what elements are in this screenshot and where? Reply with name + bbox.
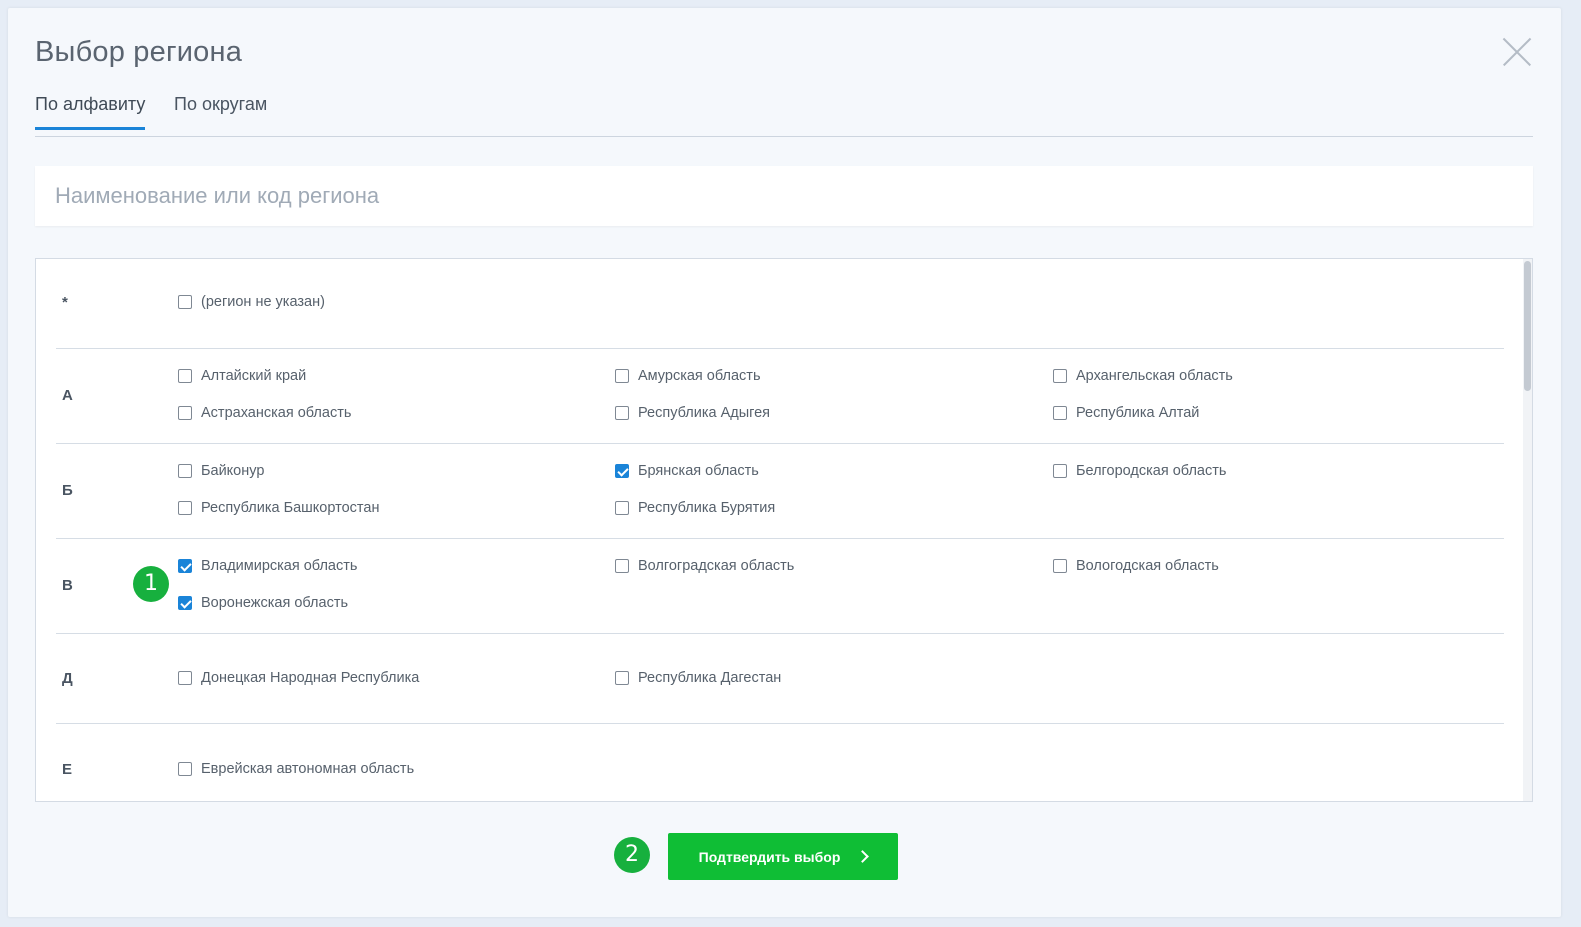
region-checkbox-item[interactable]: Еврейская автономная область bbox=[178, 759, 414, 779]
region-checkbox-item[interactable]: Амурская область bbox=[615, 366, 761, 386]
region-label: Алтайский край bbox=[201, 368, 307, 384]
region-label: Волгоградская область bbox=[638, 558, 795, 574]
checkbox[interactable] bbox=[615, 559, 629, 573]
region-label: Брянская область bbox=[638, 463, 759, 479]
checkbox[interactable] bbox=[615, 671, 629, 685]
region-checkbox-item[interactable]: Республика Алтай bbox=[1053, 403, 1199, 423]
checkbox[interactable] bbox=[178, 671, 192, 685]
group-letter: В bbox=[62, 577, 73, 594]
region-checkbox-item[interactable]: (регион не указан) bbox=[178, 292, 325, 312]
region-label: Воронежская область bbox=[201, 595, 349, 611]
tab-districts[interactable]: По округам bbox=[174, 94, 267, 127]
region-checkbox-item[interactable]: Воронежская область bbox=[178, 593, 348, 613]
close-icon[interactable] bbox=[1503, 38, 1531, 66]
checkbox[interactable] bbox=[178, 464, 192, 478]
region-label: Владимирская область bbox=[201, 558, 358, 574]
checkbox[interactable] bbox=[178, 762, 192, 776]
region-label: Амурская область bbox=[638, 368, 761, 384]
region-search-input[interactable] bbox=[35, 166, 1533, 226]
checkbox[interactable] bbox=[178, 369, 192, 383]
letter-group: В 1 Владимирская область Волгоградская о… bbox=[56, 539, 1504, 634]
chevron-right-icon bbox=[856, 850, 870, 863]
region-label: Республика Дагестан bbox=[638, 670, 782, 686]
scrollbar-thumb[interactable] bbox=[1524, 261, 1531, 391]
region-label: Республика Башкортостан bbox=[201, 500, 380, 516]
confirm-button-label: Подтвердить выбор bbox=[698, 848, 841, 865]
region-label: Байконур bbox=[201, 463, 265, 479]
region-label: Вологодская область bbox=[1076, 558, 1219, 574]
region-dialog: Выбор региона По алфавиту По округам * (… bbox=[8, 8, 1561, 917]
checkbox[interactable] bbox=[1053, 464, 1067, 478]
step-badge-2: 2 bbox=[614, 837, 650, 873]
letter-group: * (регион не указан) bbox=[56, 259, 1504, 349]
region-checkbox-item[interactable]: Байконур bbox=[178, 461, 264, 481]
tab-bar: По алфавиту По округам bbox=[35, 94, 1533, 137]
checkbox[interactable] bbox=[178, 295, 192, 309]
group-letter: А bbox=[62, 387, 73, 404]
step-badge-1: 1 bbox=[133, 566, 169, 602]
region-list: * (регион не указан) А Алтайский край Ам… bbox=[35, 258, 1533, 802]
region-label: Донецкая Народная Республика bbox=[201, 670, 420, 686]
checkbox[interactable] bbox=[615, 369, 629, 383]
region-label: Астраханская область bbox=[201, 405, 352, 421]
checkbox[interactable] bbox=[1053, 369, 1067, 383]
letter-group: А Алтайский край Амурская область Арханг… bbox=[56, 349, 1504, 444]
region-label: Республика Бурятия bbox=[638, 500, 776, 516]
region-checkbox-item[interactable]: Белгородская область bbox=[1053, 461, 1226, 481]
checkbox[interactable] bbox=[178, 501, 192, 515]
group-letter: * bbox=[62, 294, 68, 311]
region-checkbox-item[interactable]: Архангельская область bbox=[1053, 366, 1233, 386]
region-checkbox-item[interactable]: Астраханская область bbox=[178, 403, 351, 423]
group-letter: Д bbox=[62, 670, 73, 687]
dialog-title: Выбор региона bbox=[35, 36, 243, 68]
checkbox[interactable] bbox=[1053, 406, 1067, 420]
region-checkbox-item[interactable]: Брянская область bbox=[615, 461, 759, 481]
confirm-selection-button[interactable]: Подтвердить выбор bbox=[668, 833, 898, 880]
scrollbar[interactable] bbox=[1523, 259, 1532, 801]
group-letter: Б bbox=[62, 482, 73, 499]
region-label: Республика Адыгея bbox=[638, 405, 771, 421]
region-checkbox-item[interactable]: Алтайский край bbox=[178, 366, 306, 386]
checkbox[interactable] bbox=[178, 406, 192, 420]
letter-group: Е Еврейская автономная область bbox=[56, 724, 1504, 801]
region-label: Архангельская область bbox=[1076, 368, 1233, 384]
letter-group: Б Байконур Брянская область Белгородская… bbox=[56, 444, 1504, 539]
checkbox-checked[interactable] bbox=[178, 559, 192, 573]
region-checkbox-item[interactable]: Владимирская область bbox=[178, 556, 357, 576]
checkbox[interactable] bbox=[1053, 559, 1067, 573]
region-checkbox-item[interactable]: Донецкая Народная Республика bbox=[178, 668, 419, 688]
checkbox[interactable] bbox=[615, 406, 629, 420]
region-checkbox-item[interactable]: Республика Дагестан bbox=[615, 668, 781, 688]
region-checkbox-item[interactable]: Республика Башкортостан bbox=[178, 498, 379, 518]
checkbox[interactable] bbox=[615, 501, 629, 515]
letter-group: Д Донецкая Народная Республика Республик… bbox=[56, 634, 1504, 724]
region-checkbox-item[interactable]: Республика Адыгея bbox=[615, 403, 770, 423]
region-label: (регион не указан) bbox=[201, 294, 325, 310]
checkbox-checked[interactable] bbox=[615, 464, 629, 478]
region-checkbox-item[interactable]: Волгоградская область bbox=[615, 556, 794, 576]
checkbox-checked[interactable] bbox=[178, 596, 192, 610]
region-checkbox-item[interactable]: Вологодская область bbox=[1053, 556, 1219, 576]
region-checkbox-item[interactable]: Республика Бурятия bbox=[615, 498, 775, 518]
region-label: Белгородская область bbox=[1076, 463, 1227, 479]
region-label: Республика Алтай bbox=[1076, 405, 1200, 421]
region-label: Еврейская автономная область bbox=[201, 761, 415, 777]
tab-alphabet[interactable]: По алфавиту bbox=[35, 94, 146, 130]
group-letter: Е bbox=[62, 761, 73, 778]
